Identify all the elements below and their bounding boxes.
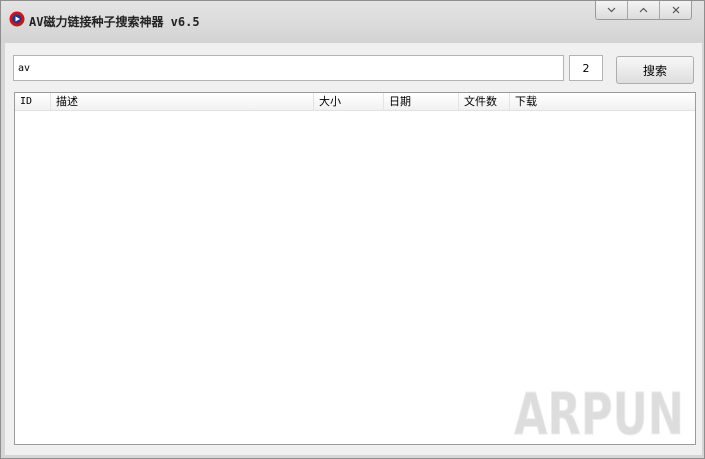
page-number-input[interactable] bbox=[569, 55, 603, 81]
watermark-text: ARPUN bbox=[514, 382, 684, 442]
maximize-button[interactable] bbox=[627, 1, 659, 19]
column-header-date[interactable]: 日期 bbox=[384, 93, 459, 110]
results-list[interactable]: ID 描述 大小 日期 文件数 下载 ARPUN bbox=[14, 92, 696, 445]
title-bar[interactable]: AV磁力链接种子搜索神器 v6.5 bbox=[1, 1, 704, 43]
chevron-up-icon bbox=[639, 7, 648, 13]
minimize-button[interactable] bbox=[596, 1, 627, 19]
close-button[interactable] bbox=[659, 1, 691, 19]
search-button[interactable]: 搜索 bbox=[616, 56, 694, 84]
app-logo-icon bbox=[9, 11, 25, 27]
column-header-file-count[interactable]: 文件数 bbox=[459, 93, 510, 110]
search-input[interactable] bbox=[13, 55, 564, 81]
main-panel: 搜索 ID 描述 大小 日期 文件数 下载 ARPUN bbox=[5, 43, 702, 455]
column-header-id[interactable]: ID bbox=[15, 93, 51, 110]
window-controls bbox=[595, 1, 692, 20]
chevron-down-icon bbox=[607, 7, 616, 13]
app-window: AV磁力链接种子搜索神器 v6.5 搜索 bbox=[0, 0, 705, 459]
column-header-size[interactable]: 大小 bbox=[314, 93, 384, 110]
column-header-description[interactable]: 描述 bbox=[51, 93, 314, 110]
watermark-logo: ARPUN bbox=[514, 382, 685, 442]
column-header-download[interactable]: 下载 bbox=[510, 93, 695, 110]
results-header: ID 描述 大小 日期 文件数 下载 bbox=[15, 93, 695, 111]
close-icon bbox=[672, 6, 679, 14]
window-title: AV磁力链接种子搜索神器 v6.5 bbox=[29, 15, 200, 29]
